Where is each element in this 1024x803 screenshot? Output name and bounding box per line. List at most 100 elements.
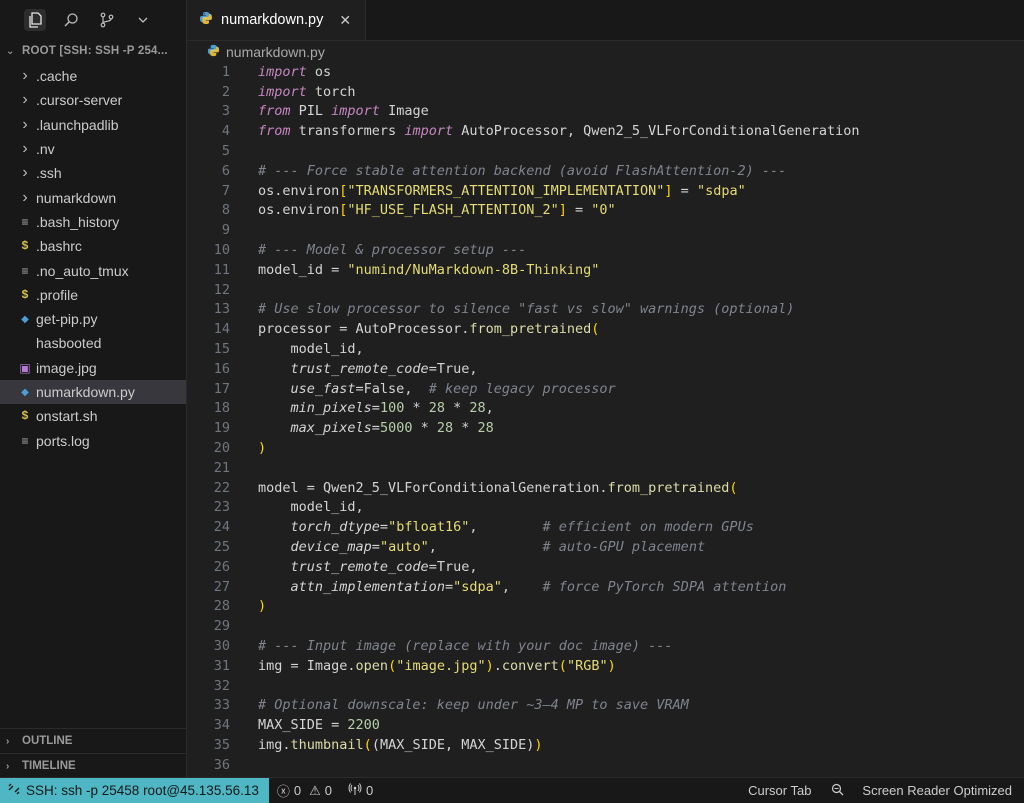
code-line[interactable]: 25 device_map="auto", # auto-GPU placeme… xyxy=(187,537,1024,557)
remote-indicator[interactable]: SSH: ssh -p 25458 root@45.135.56.13 xyxy=(0,778,269,803)
code-line[interactable]: 1 import os xyxy=(187,62,1024,82)
file-tree-item[interactable]: › .cache xyxy=(0,64,186,88)
code-token: # Use slow processor to silence "fast vs… xyxy=(258,301,795,318)
file-tree-item[interactable]: › .nv xyxy=(0,137,186,161)
code-token: PIL xyxy=(290,103,332,120)
code-line[interactable]: 18 min_pixels=100 * 28 * 28, xyxy=(187,399,1024,419)
code-token: # auto-GPU placement xyxy=(542,539,706,556)
file-tree-item[interactable]: › numarkdown xyxy=(0,185,186,209)
code-line[interactable]: 21 xyxy=(187,458,1024,478)
file-tree-item[interactable]: $ .bashrc xyxy=(0,234,186,258)
code-token: = xyxy=(566,202,592,219)
code-line[interactable]: 3 from PIL import Image xyxy=(187,102,1024,122)
ports-indicator[interactable]: 0 xyxy=(340,783,381,798)
code-token: , xyxy=(428,539,543,556)
code-line[interactable]: 34 MAX_SIDE = 2200 xyxy=(187,715,1024,735)
screen-reader-item[interactable]: Screen Reader Optimized xyxy=(823,783,1024,799)
code-line[interactable]: 11 model_id = "numind/NuMarkdown-8B-Think… xyxy=(187,260,1024,280)
code-line[interactable]: 16 trust_remote_code=True, xyxy=(187,359,1024,379)
code-line[interactable]: 20) xyxy=(187,438,1024,458)
file-tree-item-label: .bashrc xyxy=(36,238,82,255)
python-file-icon: ◆ xyxy=(21,386,29,398)
code-token: 5000 xyxy=(379,420,413,437)
code-line[interactable]: 6 # --- Force stable attention backend (a… xyxy=(187,161,1024,181)
code-line[interactable]: 19 max_pixels=5000 * 28 * 28 xyxy=(187,418,1024,438)
code-line[interactable]: 23 model_id, xyxy=(187,498,1024,518)
code-line[interactable]: 31 img = Image.open("image.jpg").convert(… xyxy=(187,656,1024,676)
code-token: from xyxy=(258,123,291,140)
code-token: import xyxy=(331,103,380,120)
timeline-section-header[interactable]: › TIMELINE xyxy=(0,753,186,778)
code-line[interactable]: 22 model = Qwen2_5_VLForConditionalGenera… xyxy=(187,478,1024,498)
code-token: "numind/NuMarkdown-8B-Thinking" xyxy=(347,261,600,278)
file-tree-item-label: .cache xyxy=(36,68,78,85)
code-line[interactable]: 35 img.thumbnail((MAX_SIDE, MAX_SIDE)) xyxy=(187,735,1024,755)
breadcrumb[interactable]: numarkdown.py xyxy=(187,41,1024,63)
file-tree-item[interactable]: $ onstart.sh xyxy=(0,404,186,428)
image-file-icon: ▣ xyxy=(19,360,31,375)
code-token: # force PyTorch SDPA attention xyxy=(542,578,787,595)
outline-section-header[interactable]: › OUTLINE xyxy=(0,728,186,753)
chevron-down-icon[interactable] xyxy=(132,9,154,31)
file-tree-item[interactable]: › .ssh xyxy=(0,161,186,185)
cursor-tab-item[interactable]: Cursor Tab xyxy=(740,783,823,798)
code-line[interactable]: 26 trust_remote_code=True, xyxy=(187,557,1024,577)
code-line[interactable]: 14 processor = AutoProcessor.from_pretrai… xyxy=(187,319,1024,339)
code-line[interactable]: 32 xyxy=(187,676,1024,696)
code-token: transformers xyxy=(290,123,405,140)
code-line[interactable]: 12 xyxy=(187,280,1024,300)
file-tree-item[interactable]: › .launchpadlib xyxy=(0,113,186,137)
code-line[interactable]: 9 xyxy=(187,220,1024,240)
file-tree-item[interactable]: ◆ get-pip.py xyxy=(0,307,186,331)
code-line[interactable]: 10 # --- Model & processor setup --- xyxy=(187,240,1024,260)
code-line[interactable]: 24 torch_dtype="bfloat16", # efficient o… xyxy=(187,517,1024,537)
file-tree-item[interactable]: ▣ image.jpg xyxy=(0,356,186,380)
code-token: # efficient on modern GPUs xyxy=(542,519,754,536)
file-tree-item[interactable]: hasbooted xyxy=(0,331,186,355)
code-line[interactable]: 2 import torch xyxy=(187,82,1024,102)
code-line[interactable]: 15 model_id, xyxy=(187,339,1024,359)
code-line[interactable]: 17 use_fast=False, # keep legacy process… xyxy=(187,379,1024,399)
code-line[interactable]: 7 os.environ["TRANSFORMERS_ATTENTION_IMPL… xyxy=(187,181,1024,201)
close-icon[interactable]: ✕ xyxy=(339,12,351,29)
problems-indicator[interactable]: ⓧ 0 ⚠ 0 xyxy=(269,781,340,800)
code-line[interactable]: 13 # Use slow processor to silence "fast … xyxy=(187,300,1024,320)
code-line[interactable]: 8 os.environ["HF_USE_FLASH_ATTENTION_2"] … xyxy=(187,201,1024,221)
code-line[interactable]: 4 from transformers import AutoProcessor,… xyxy=(187,121,1024,141)
code-token: ( xyxy=(388,657,397,674)
code-token: 28 xyxy=(469,400,486,417)
file-tree-item[interactable]: › .cursor-server xyxy=(0,88,186,112)
code-text: ) xyxy=(258,598,266,614)
cursor-tab-label: Cursor Tab xyxy=(748,783,812,798)
code-line[interactable]: 28) xyxy=(187,597,1024,617)
file-tree-item[interactable]: ◆ numarkdown.py xyxy=(0,379,186,405)
code-token: model_id, xyxy=(258,341,364,358)
code-view[interactable]: 1 import os 2 import torch 3 from PIL import … xyxy=(187,62,1024,778)
file-tree-item[interactable]: ≡ .no_auto_tmux xyxy=(0,258,186,282)
code-line[interactable]: 27 attn_implementation="sdpa", # force P… xyxy=(187,577,1024,597)
code-token: open xyxy=(355,657,389,674)
file-tree-item[interactable]: ≡ ports.log xyxy=(0,428,186,452)
explorer-icon[interactable] xyxy=(24,9,46,31)
file-tree-item[interactable]: $ .profile xyxy=(0,283,186,307)
code-line[interactable]: 33 # Optional downscale: keep under ~3–4 … xyxy=(187,696,1024,716)
line-number: 14 xyxy=(213,321,230,338)
code-token: 28 xyxy=(428,400,445,417)
code-token: # --- Input image (replace with your doc… xyxy=(258,638,673,654)
code-token: ( xyxy=(558,657,567,674)
tab-numarkdown-py[interactable]: numarkdown.py ✕ xyxy=(187,0,367,40)
line-number: 33 xyxy=(213,697,230,714)
root-folder-header[interactable]: ⌄ ROOT [SSH: SSH -P 254... xyxy=(0,40,186,62)
code-line[interactable]: 30 # --- Input image (replace with your d… xyxy=(187,636,1024,656)
line-number: 11 xyxy=(213,261,230,278)
code-token: from_pretrained xyxy=(469,321,592,338)
file-tree-item-label: .no_auto_tmux xyxy=(36,262,129,279)
source-control-icon[interactable] xyxy=(96,9,118,31)
file-tree-item[interactable]: ≡ .bash_history xyxy=(0,210,186,234)
code-line[interactable]: 5 xyxy=(187,141,1024,161)
code-line[interactable]: 36 xyxy=(187,755,1024,775)
code-line[interactable]: 29 xyxy=(187,616,1024,636)
file-tree-item-label: ports.log xyxy=(36,432,90,449)
search-icon[interactable] xyxy=(60,9,82,31)
